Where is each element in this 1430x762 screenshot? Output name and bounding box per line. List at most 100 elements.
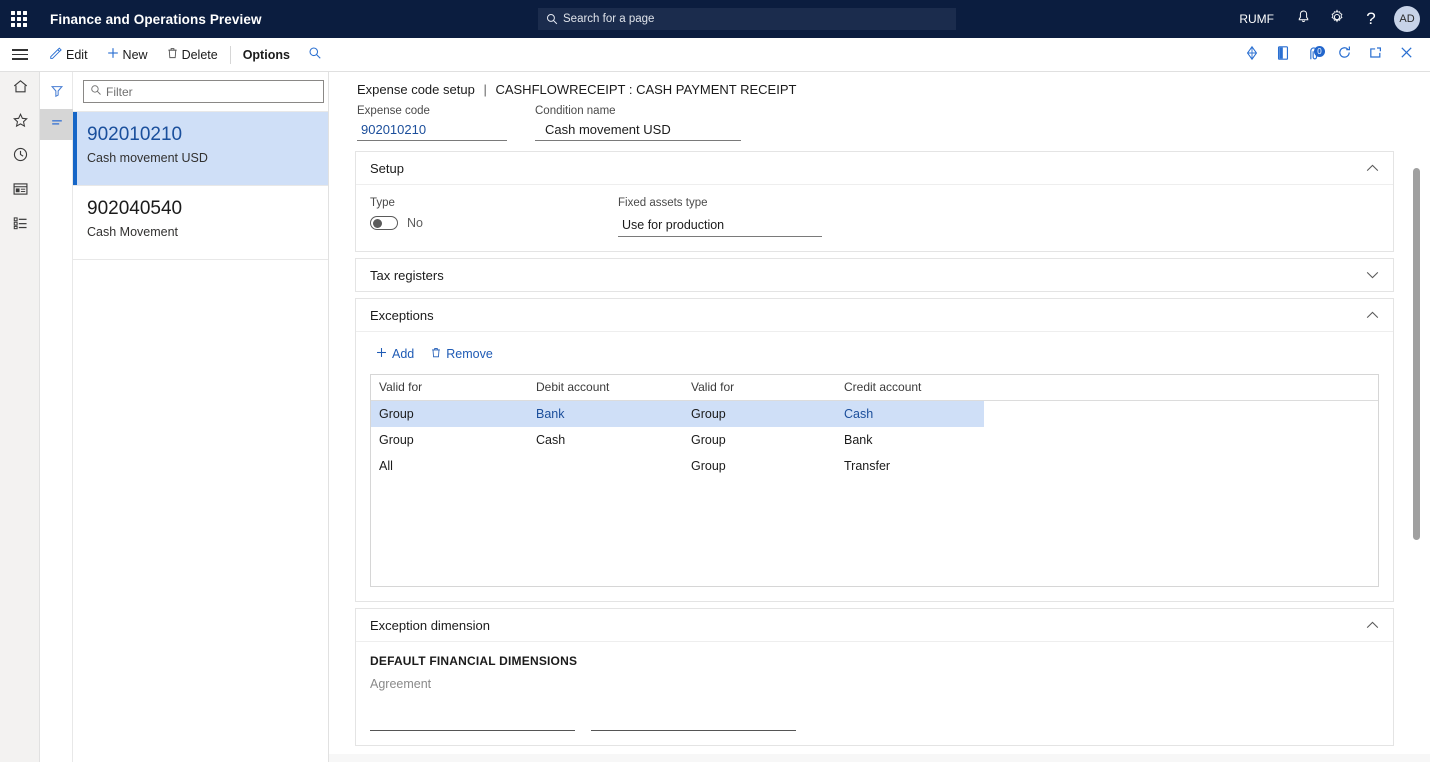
options-button[interactable]: Options — [234, 38, 299, 72]
app-launcher-icon — [11, 11, 27, 27]
fasttab-exception-dimension-body: DEFAULT FINANCIAL DIMENSIONS Agreement — [356, 641, 1393, 745]
table-row[interactable]: Group Cash Group Bank — [371, 427, 1378, 453]
list-sort-button[interactable] — [40, 109, 73, 140]
cell-valid-for-credit[interactable]: Group — [683, 453, 836, 479]
chevron-up-icon — [1366, 161, 1379, 175]
add-exception-button[interactable]: Add — [370, 344, 419, 364]
cell-credit-account[interactable]: Bank — [836, 427, 984, 453]
cell-credit-account[interactable]: Transfer — [836, 453, 984, 479]
cell-valid-for-credit[interactable]: Group — [683, 427, 836, 453]
list-item[interactable]: 902010210 Cash movement USD — [73, 112, 328, 186]
cell-debit-account[interactable] — [528, 453, 683, 479]
cell-debit-account[interactable]: Bank — [528, 400, 683, 427]
content-scrollbar[interactable] — [1413, 168, 1422, 748]
filter-input[interactable]: Filter — [83, 80, 324, 103]
help-button[interactable]: ? — [1354, 0, 1388, 38]
navigation-menu-button[interactable] — [0, 38, 40, 72]
fasttab-exceptions-header[interactable]: Exceptions — [356, 299, 1393, 331]
global-search-box[interactable]: Search for a page — [538, 8, 956, 30]
fasttab-setup-header[interactable]: Setup — [356, 152, 1393, 184]
condition-name-field: Condition name Cash movement USD — [535, 105, 741, 141]
search-icon — [308, 46, 322, 63]
condition-name-input[interactable]: Cash movement USD — [535, 120, 741, 141]
cell-debit-account[interactable]: Cash — [528, 427, 683, 453]
exceptions-grid[interactable]: Valid for Debit account Valid for Credit… — [370, 374, 1379, 587]
cell-valid-for-debit[interactable]: Group — [371, 400, 528, 427]
attachments-button[interactable]: 0 — [1298, 38, 1329, 72]
popout-button[interactable] — [1360, 38, 1391, 72]
trash-icon — [166, 46, 179, 63]
search-icon — [546, 13, 558, 25]
fasttab-area: Setup Type No Fixed assets type Use for … — [355, 151, 1394, 746]
fixed-assets-type-label: Fixed assets type — [618, 197, 708, 209]
edit-button-label: Edit — [66, 47, 88, 62]
refresh-icon — [1337, 45, 1352, 65]
edit-button[interactable]: Edit — [40, 38, 97, 72]
office-integration-icon — [1244, 45, 1260, 66]
type-field: Type No — [370, 197, 618, 237]
fasttab-tax-registers: Tax registers — [355, 258, 1394, 292]
breadcrumb-record: CASHFLOWRECEIPT : CASH PAYMENT RECEIPT — [495, 82, 797, 97]
type-toggle[interactable] — [370, 216, 398, 230]
column-header-valid-for-credit[interactable]: Valid for — [683, 375, 836, 401]
expense-code-input[interactable]: 902010210 — [357, 120, 507, 141]
column-header-credit-account[interactable]: Credit account — [836, 375, 984, 401]
fasttab-tax-registers-header[interactable]: Tax registers — [356, 259, 1393, 291]
close-button[interactable] — [1391, 38, 1422, 72]
open-in-office-button[interactable] — [1267, 38, 1298, 72]
agreement-label: Agreement — [370, 677, 432, 691]
action-search-button[interactable] — [299, 38, 331, 72]
rail-item-modules[interactable] — [0, 208, 40, 242]
open-in-office-icon — [1276, 45, 1290, 66]
workspaces-icon — [12, 181, 29, 202]
list-filter-button[interactable] — [40, 78, 73, 109]
delete-button[interactable]: Delete — [157, 38, 227, 72]
cell-valid-for-credit[interactable]: Group — [683, 400, 836, 427]
dimension-input-1[interactable] — [370, 713, 575, 731]
breadcrumb-page[interactable]: Expense code setup — [357, 82, 475, 97]
left-navigation-rail — [0, 72, 40, 762]
avatar[interactable]: AD — [1394, 6, 1420, 32]
rail-item-workspaces[interactable] — [0, 174, 40, 208]
scrollbar-thumb[interactable] — [1413, 168, 1420, 540]
chevron-down-icon — [1366, 268, 1379, 282]
fasttab-exceptions-body: Add Remove Valid for Debit account Valid… — [356, 331, 1393, 601]
notifications-button[interactable] — [1286, 0, 1320, 38]
dimension-input-2[interactable] — [591, 713, 796, 731]
fasttab-setup-title: Setup — [370, 160, 404, 176]
list-item[interactable]: 902040540 Cash Movement — [73, 186, 328, 260]
column-header-debit-account[interactable]: Debit account — [528, 375, 683, 401]
table-row[interactable]: Group Bank Group Cash — [371, 400, 1378, 427]
action-pane: Edit New Delete Options 0 — [0, 38, 1430, 72]
fixed-assets-type-input[interactable]: Use for production — [618, 216, 822, 237]
remove-exception-button[interactable]: Remove — [425, 344, 498, 364]
bell-icon — [1296, 9, 1311, 30]
app-launcher-button[interactable] — [0, 0, 38, 38]
exceptions-table: Valid for Debit account Valid for Credit… — [371, 375, 1378, 479]
refresh-button[interactable] — [1329, 38, 1360, 72]
toggle-knob — [373, 218, 382, 228]
rail-item-favorites[interactable] — [0, 106, 40, 140]
cell-valid-for-debit[interactable]: Group — [371, 427, 528, 453]
office-integration-button[interactable] — [1236, 38, 1267, 72]
favorites-star-icon — [12, 112, 29, 134]
close-icon — [1399, 45, 1414, 65]
cell-credit-account[interactable]: Cash — [836, 400, 984, 427]
fasttab-exception-dimension-header[interactable]: Exception dimension — [356, 609, 1393, 641]
table-row[interactable]: All Group Transfer — [371, 453, 1378, 479]
filter-placeholder: Filter — [106, 84, 133, 99]
rail-item-home[interactable] — [0, 72, 40, 106]
expense-code-label: Expense code — [357, 105, 430, 117]
company-label: RUMF — [1239, 12, 1274, 26]
type-toggle-value: No — [407, 216, 423, 230]
chevron-up-icon — [1366, 618, 1379, 632]
cell-valid-for-debit[interactable]: All — [371, 453, 528, 479]
settings-button[interactable] — [1320, 0, 1354, 38]
fasttab-exceptions-title: Exceptions — [370, 307, 434, 323]
column-header-valid-for-debit[interactable]: Valid for — [371, 375, 528, 401]
new-button[interactable]: New — [97, 38, 157, 72]
cell-spacer — [984, 453, 1378, 479]
list-rows: 902010210 Cash movement USD 902040540 Ca… — [73, 111, 328, 260]
rail-item-recent[interactable] — [0, 140, 40, 174]
fasttab-setup-body: Type No Fixed assets type Use for produc… — [356, 184, 1393, 251]
